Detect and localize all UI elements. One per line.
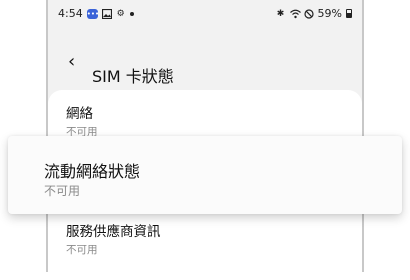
back-arrow-icon[interactable]: ‹ <box>68 51 75 72</box>
status-right: ✱ 59% <box>276 7 352 20</box>
list-item-title: 流動網絡狀態 <box>44 162 141 181</box>
gallery-icon <box>101 8 112 19</box>
list-item-subtitle: 不可用 <box>44 184 81 198</box>
status-time: 4:54 <box>58 7 83 20</box>
do-not-disturb-icon <box>303 8 314 19</box>
bluetooth-icon: ✱ <box>276 8 285 19</box>
message-icon: ••• <box>86 8 100 19</box>
list-item-service-provider-info[interactable]: 服務供應商資訊 不可用 <box>66 220 161 257</box>
battery-percent: 59% <box>317 7 342 20</box>
list-item-mobile-network-status[interactable]: 流動網絡狀態 不可用 <box>8 136 402 214</box>
wifi-icon <box>289 9 301 19</box>
page-title: SIM 卡狀態 <box>92 66 174 86</box>
app-header: ‹ SIM 卡狀態 <box>48 48 362 86</box>
battery-icon <box>346 9 352 18</box>
list-item-subtitle: 不可用 <box>66 244 98 256</box>
list-item-title: 網絡 <box>66 106 93 122</box>
list-item-network[interactable]: 網絡 不可用 <box>66 102 98 139</box>
status-bar: 4:54 ••• ⚙ ✱ 59% <box>48 0 362 28</box>
list-item-title: 服務供應商資訊 <box>66 224 161 240</box>
settings-gear-icon: ⚙ <box>116 8 125 19</box>
dot-icon <box>129 11 134 16</box>
status-left: 4:54 ••• ⚙ <box>58 7 134 20</box>
